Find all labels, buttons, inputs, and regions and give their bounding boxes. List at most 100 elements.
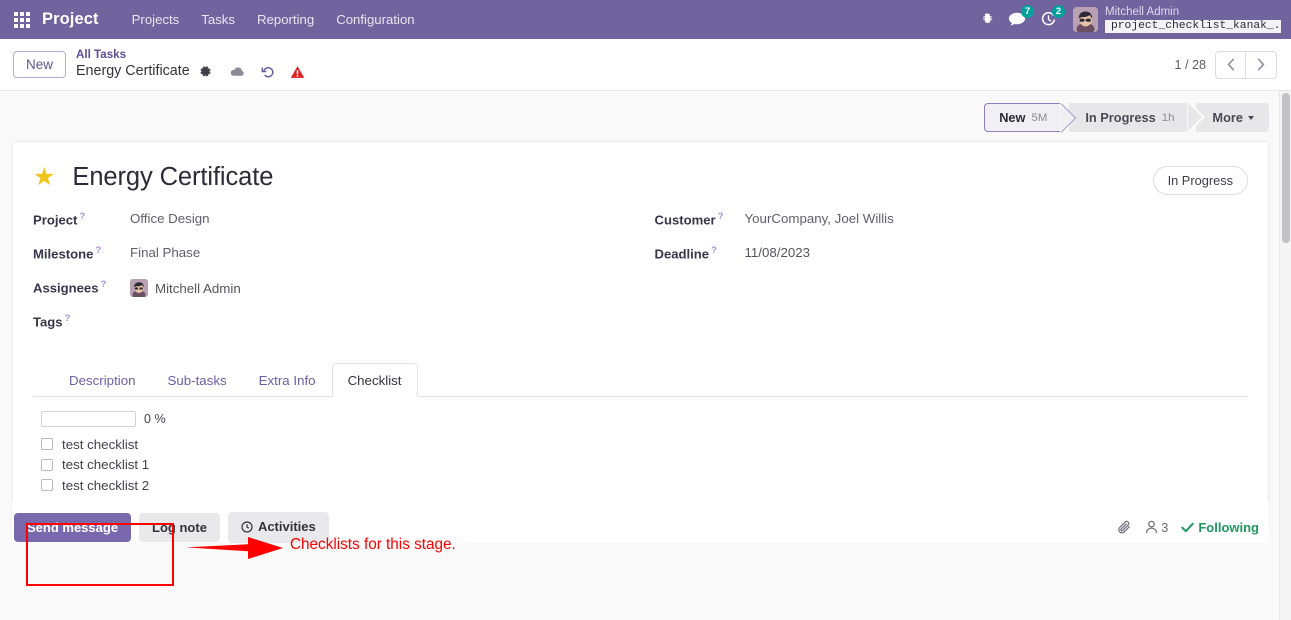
- star-filled-icon[interactable]: ★: [33, 165, 55, 190]
- menu-item-tasks[interactable]: Tasks: [190, 2, 246, 37]
- following-toggle[interactable]: Following: [1181, 520, 1259, 535]
- statusbar-wrapper: New 5M In Progress 1h More: [0, 91, 1291, 133]
- following-label: Following: [1198, 519, 1259, 535]
- record-sheet: ★ Energy Certificate In Progress Project…: [12, 141, 1269, 535]
- stage-button-new[interactable]: New 5M: [984, 103, 1077, 133]
- help-marker-icon[interactable]: ?: [95, 245, 101, 256]
- navbar-right-tools: 7 2 Mitchell Admin project_checklist_kan…: [974, 4, 1281, 34]
- stage-label-more: More: [1212, 110, 1243, 125]
- checkbox-unchecked-icon[interactable]: [41, 438, 53, 451]
- list-item[interactable]: test checklist 2: [41, 475, 149, 496]
- send-message-button[interactable]: Send message: [14, 512, 132, 542]
- gear-icon[interactable]: [199, 65, 212, 78]
- field-deadline: Deadline? 11/08/2023: [655, 243, 1249, 277]
- help-marker-icon[interactable]: ?: [711, 245, 717, 256]
- tab-extra-info[interactable]: Extra Info: [243, 363, 332, 397]
- record-header: ★ Energy Certificate In Progress: [33, 160, 1248, 195]
- menu-item-configuration[interactable]: Configuration: [325, 2, 425, 37]
- label-text: Tags: [33, 314, 63, 330]
- activities-badge: 2: [1052, 4, 1065, 18]
- breadcrumb-parent-all-tasks[interactable]: All Tasks: [76, 48, 305, 62]
- activities-clock-icon[interactable]: 2: [1033, 4, 1065, 32]
- checklist-item-label: test checklist 2: [62, 477, 150, 493]
- stage-label-new: New: [999, 110, 1026, 125]
- field-label-deadline: Deadline?: [655, 243, 745, 261]
- chevron-left-icon: [1227, 58, 1234, 71]
- field-value-project[interactable]: Office Design: [130, 209, 210, 226]
- page-title: Energy Certificate: [72, 163, 274, 191]
- progress-label: 0 %: [144, 412, 166, 426]
- field-label-project: Project?: [33, 209, 130, 227]
- record-pager: 1 / 28: [1174, 50, 1277, 79]
- tab-checklist[interactable]: Checklist: [331, 363, 418, 397]
- field-value-assignees[interactable]: Mitchell Admin: [130, 277, 241, 297]
- state-button-in-progress[interactable]: In Progress: [1152, 166, 1248, 195]
- field-milestone: Milestone? Final Phase: [33, 243, 641, 277]
- unsaved-warning-icon[interactable]: [290, 65, 305, 79]
- field-tags: Tags?: [33, 311, 641, 345]
- field-label-milestone: Milestone?: [33, 243, 130, 261]
- new-record-button[interactable]: New: [13, 51, 67, 78]
- stage-statusbar: New 5M In Progress 1h More: [984, 102, 1269, 133]
- stage-button-in-progress[interactable]: In Progress 1h: [1069, 102, 1206, 132]
- label-text: Deadline: [654, 246, 710, 262]
- field-column-right: Customer? YourCompany, Joel Willis Deadl…: [641, 209, 1249, 345]
- checkbox-unchecked-icon[interactable]: [41, 479, 53, 492]
- paperclip-icon[interactable]: [1117, 520, 1132, 535]
- pager-previous-button[interactable]: [1215, 50, 1246, 79]
- list-item[interactable]: test checklist 1: [41, 455, 149, 476]
- checkbox-unchecked-icon[interactable]: [41, 458, 53, 471]
- list-item[interactable]: test checklist: [41, 434, 149, 455]
- field-value-deadline[interactable]: 11/08/2023: [745, 243, 811, 260]
- vertical-scrollbar[interactable]: [1280, 91, 1291, 620]
- chevron-right-icon: [1257, 58, 1265, 71]
- field-label-assignees: Assignees?: [33, 277, 130, 295]
- activities-button-label: Activities: [257, 519, 316, 534]
- app-brand-project[interactable]: Project: [42, 10, 99, 29]
- tab-description[interactable]: Description: [53, 363, 152, 397]
- checklist-items: test checklist test checklist 1 test che…: [41, 434, 149, 496]
- user-menu[interactable]: Mitchell Admin project_checklist_kanak_.…: [1105, 6, 1281, 34]
- form-view-container: New 5M In Progress 1h More ★ Energy Cert…: [0, 91, 1291, 620]
- stage-label-in-progress: In Progress: [1085, 110, 1156, 125]
- log-note-button[interactable]: Log note: [139, 512, 220, 542]
- breadcrumb-current-record: Energy Certificate: [76, 62, 190, 79]
- help-marker-icon[interactable]: ?: [79, 211, 85, 222]
- menu-item-reporting[interactable]: Reporting: [246, 2, 325, 37]
- label-text: Customer: [654, 212, 716, 228]
- apps-menu-icon[interactable]: [14, 11, 30, 28]
- help-marker-icon[interactable]: ?: [65, 313, 71, 324]
- discard-undo-icon[interactable]: [261, 65, 275, 79]
- assignee-name: Mitchell Admin: [155, 280, 241, 296]
- field-value-customer[interactable]: YourCompany, Joel Willis: [745, 209, 894, 226]
- field-label-tags: Tags?: [33, 311, 130, 329]
- pager-next-button[interactable]: [1246, 50, 1277, 79]
- help-marker-icon[interactable]: ?: [718, 211, 724, 222]
- check-icon: [1181, 522, 1195, 532]
- field-value-milestone[interactable]: Final Phase: [130, 243, 200, 260]
- user-avatar[interactable]: [1073, 6, 1098, 32]
- notebook-tabs: Description Sub-tasks Extra Info Checkli…: [33, 363, 1248, 397]
- tab-sub-tasks[interactable]: Sub-tasks: [152, 363, 243, 397]
- cloud-upload-save-icon[interactable]: [230, 66, 245, 78]
- main-menu: Projects Tasks Reporting Configuration: [121, 2, 426, 37]
- activities-button[interactable]: Activities: [227, 512, 329, 543]
- notebook: Description Sub-tasks Extra Info Checkli…: [33, 363, 1248, 496]
- field-assignees: Assignees? Mitchell Admin: [33, 277, 641, 311]
- stage-duration-new: 5M: [1031, 111, 1048, 124]
- database-name-chip: project_checklist_kanak_...: [1105, 19, 1281, 34]
- messages-icon[interactable]: 7: [1001, 5, 1034, 31]
- chevron-down-icon: [1248, 115, 1254, 120]
- scrollbar-thumb[interactable]: [1281, 93, 1290, 243]
- control-panel: New All Tasks Energy Certificate 1 / 28: [0, 39, 1291, 91]
- user-icon: [1145, 520, 1158, 534]
- stage-button-more[interactable]: More: [1196, 103, 1269, 132]
- top-navbar: Project Projects Tasks Reporting Configu…: [0, 0, 1291, 39]
- checklist-item-label: test checklist: [62, 436, 139, 452]
- followers-counter[interactable]: 3: [1145, 520, 1168, 535]
- help-marker-icon[interactable]: ?: [101, 279, 107, 290]
- checklist-pane: 0 % test checklist test checklist 1 test…: [33, 397, 1248, 496]
- debug-bug-icon[interactable]: [974, 8, 1001, 30]
- field-column-left: Project? Office Design Milestone? Final …: [33, 209, 641, 345]
- menu-item-projects[interactable]: Projects: [121, 2, 191, 37]
